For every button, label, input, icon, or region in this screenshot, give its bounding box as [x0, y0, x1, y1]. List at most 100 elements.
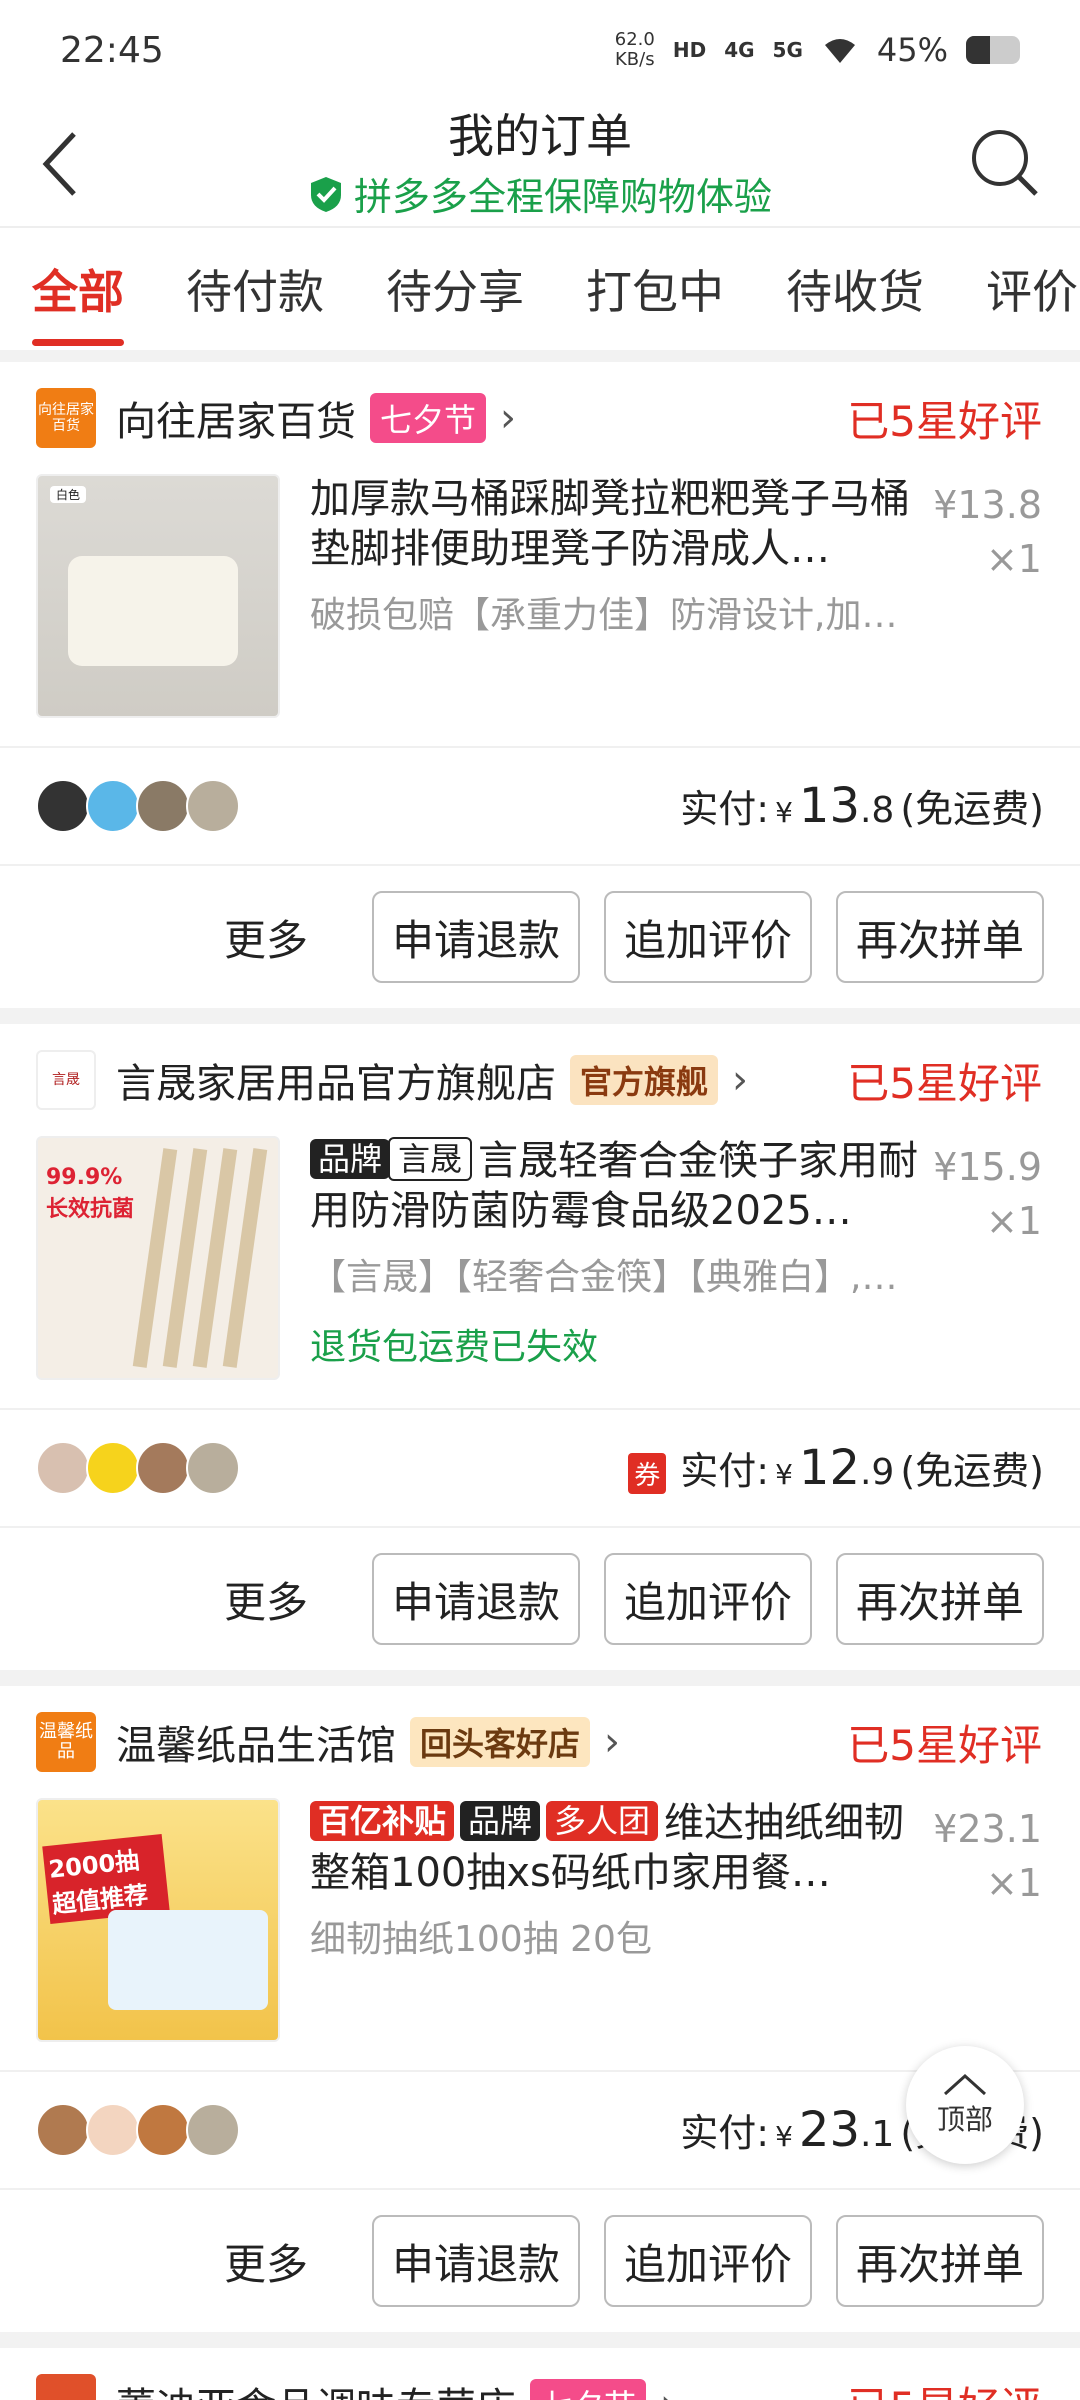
subsidy-badge: 百亿补贴 [310, 1801, 455, 1841]
payment-row: 券实付: ¥12.9 (免运费) [0, 1408, 1080, 1528]
chevron-right-icon: › [732, 1057, 749, 1103]
order-status: 已5星好评 [847, 2374, 1042, 2400]
avatar [136, 779, 190, 833]
avatar [36, 1441, 90, 1495]
action-row: 更多 申请退款 追加评价 再次拼单 [0, 2190, 1080, 2332]
order-card: 言晟 言晟家居用品官方旗舰店 官方旗舰 › 已5星好评 99.9% 长效抗菌 品… [0, 1024, 1080, 1670]
group-buy-badge: 多人团 [546, 1801, 659, 1841]
add-review-button[interactable]: 追加评价 [603, 2215, 812, 2307]
refund-button[interactable]: 申请退款 [371, 1553, 580, 1645]
avatar [36, 2103, 90, 2157]
clock: 22:45 [60, 29, 164, 71]
shop-logo [36, 2374, 96, 2400]
return-shipping-notice: 退货包运费已失效 [310, 1327, 599, 1368]
avatar [86, 1441, 140, 1495]
guarantee-banner[interactable]: 拼多多全程保障购物体验 [0, 166, 1080, 221]
battery-icon [966, 36, 1020, 64]
paid-amount: 实付: ¥13.8 (免运费) [680, 778, 1044, 834]
refund-button[interactable]: 申请退款 [371, 891, 580, 983]
tab-review[interactable]: 评价 [986, 256, 1078, 322]
paid-amount: 券实付: ¥12.9 (免运费) [628, 1440, 1044, 1496]
payment-row: 实付: ¥13.8 (免运费) [0, 746, 1080, 866]
product-qty: ×1 [985, 1199, 1042, 1243]
chevron-right-icon: › [500, 395, 517, 441]
product-price: ¥15.9 ×1 [933, 1140, 1042, 1248]
shop-logo: 温馨纸品 [36, 1712, 96, 1772]
chevron-up-icon [943, 2073, 987, 2096]
product-qty: ×1 [985, 1861, 1042, 1905]
tab-pending-payment[interactable]: 待付款 [186, 256, 324, 322]
shop-tag: 七夕节 [370, 393, 487, 443]
shop-logo: 向往居家百货 [36, 388, 96, 448]
shop-name: 向往居家百货 [116, 399, 356, 445]
wifi-icon [824, 39, 855, 63]
rebuy-button[interactable]: 再次拼单 [835, 891, 1044, 983]
order-status: 已5星好评 [847, 1058, 1042, 1108]
chevron-right-icon: › [604, 1719, 621, 1765]
order-status: 已5星好评 [847, 1720, 1042, 1770]
shop-logo: 言晟 [36, 1050, 96, 1110]
product-price: ¥13.8 ×1 [933, 478, 1042, 586]
group-avatars [36, 2103, 240, 2157]
shop-header[interactable]: 温馨纸品 温馨纸品生活馆 回头客好店 › 已5星好评 [0, 1686, 1080, 1798]
shop-header[interactable]: 言晟 言晟家居用品官方旗舰店 官方旗舰 › 已5星好评 [0, 1024, 1080, 1136]
more-button[interactable]: 更多 [224, 1569, 308, 1630]
tab-pending-receipt[interactable]: 待收货 [786, 256, 924, 322]
shop-tag: 官方旗舰 [570, 1055, 719, 1105]
coupon-icon: 券 [628, 1453, 667, 1494]
product-spec: 破损包赔【承重力佳】防滑设计,加… [310, 595, 898, 636]
net-speed: 62.0 KB/s [614, 29, 655, 70]
page-title: 我的订单 [448, 109, 632, 163]
avatar [136, 1441, 190, 1495]
product-image: 白色 [36, 474, 280, 718]
shop-name: 蕾迪亚食品调味专营店 [116, 2375, 516, 2400]
shield-check-icon [310, 176, 341, 212]
group-avatars [36, 779, 240, 833]
refund-button[interactable]: 申请退款 [371, 2215, 580, 2307]
order-tabs: 全部 待付款 待分享 打包中 待收货 评价 [0, 228, 1080, 350]
add-review-button[interactable]: 追加评价 [603, 891, 812, 983]
shop-header[interactable]: 向往居家百货 向往居家百货 七夕节 › 已5星好评 [0, 362, 1080, 474]
rebuy-button[interactable]: 再次拼单 [835, 2215, 1044, 2307]
tab-packing[interactable]: 打包中 [586, 256, 724, 322]
battery-percent: 45% [876, 31, 948, 69]
status-bar: 22:45 62.0 KB/s HD 4G 5G 45% [0, 0, 1080, 100]
avatar [186, 779, 240, 833]
search-icon[interactable] [964, 122, 1044, 202]
avatar [86, 2103, 140, 2157]
hd-icon: HD [672, 38, 707, 62]
product-spec: 细韧抽纸100抽 20包 [310, 1919, 652, 1960]
brand-name-badge: 言晟 [388, 1137, 473, 1181]
header: 我的订单 拼多多全程保障购物体验 [0, 100, 1080, 228]
shop-header[interactable]: 蕾迪亚食品调味专营店 七夕节 › 已5星好评 [0, 2348, 1080, 2400]
brand-badge: 品牌 [460, 1801, 541, 1841]
tab-pending-share[interactable]: 待分享 [386, 256, 524, 322]
product-image: 2000抽 超值推荐 [36, 1798, 280, 2042]
product-name: 加厚款马桶踩脚凳拉粑粑凳子马桶垫脚排便助理凳子防滑成人… [310, 476, 910, 572]
order-card: 向往居家百货 向往居家百货 七夕节 › 已5星好评 白色 加厚款马桶踩脚凳拉粑粑… [0, 362, 1080, 1008]
order-status: 已5星好评 [847, 396, 1042, 446]
shop-tag: 七夕节 [530, 2379, 647, 2400]
avatar [86, 779, 140, 833]
signal-5g-icon: 5G [772, 38, 803, 62]
shop-name: 言晟家居用品官方旗舰店 [116, 1061, 556, 1107]
rebuy-button[interactable]: 再次拼单 [835, 1553, 1044, 1645]
avatar [36, 779, 90, 833]
product-item[interactable]: 2000抽 超值推荐 百亿补贴 品牌 多人团 维达抽纸细韧整箱100抽xs码纸巾家用餐… [0, 1798, 1080, 2070]
more-button[interactable]: 更多 [224, 907, 308, 968]
more-button[interactable]: 更多 [224, 2231, 308, 2292]
product-price: ¥23.1 ×1 [933, 1802, 1042, 1910]
shop-tag: 回头客好店 [410, 1717, 591, 1767]
back-to-top-button[interactable]: 顶部 [906, 2046, 1024, 2164]
avatar [186, 2103, 240, 2157]
add-review-button[interactable]: 追加评价 [603, 1553, 812, 1645]
product-name: 品牌 言晟 言晟轻奢合金筷子家用耐用防滑防菌防霉食品级2025… [310, 1137, 919, 1234]
product-item[interactable]: 99.9% 长效抗菌 品牌 言晟 言晟轻奢合金筷子家用耐用防滑防菌防霉食品级2025… [0, 1136, 1080, 1408]
product-qty: ×1 [985, 537, 1042, 581]
avatar [136, 2103, 190, 2157]
order-card: 蕾迪亚食品调味专营店 七夕节 › 已5星好评 [0, 2348, 1080, 2400]
product-spec: 【言晟】【轻奢合金筷】【典雅白】,… [310, 1257, 898, 1298]
product-item[interactable]: 白色 加厚款马桶踩脚凳拉粑粑凳子马桶垫脚排便助理凳子防滑成人… 破损包赔【承重力… [0, 474, 1080, 746]
tab-all[interactable]: 全部 [32, 256, 124, 346]
signal-4g-icon: 4G [724, 38, 755, 62]
